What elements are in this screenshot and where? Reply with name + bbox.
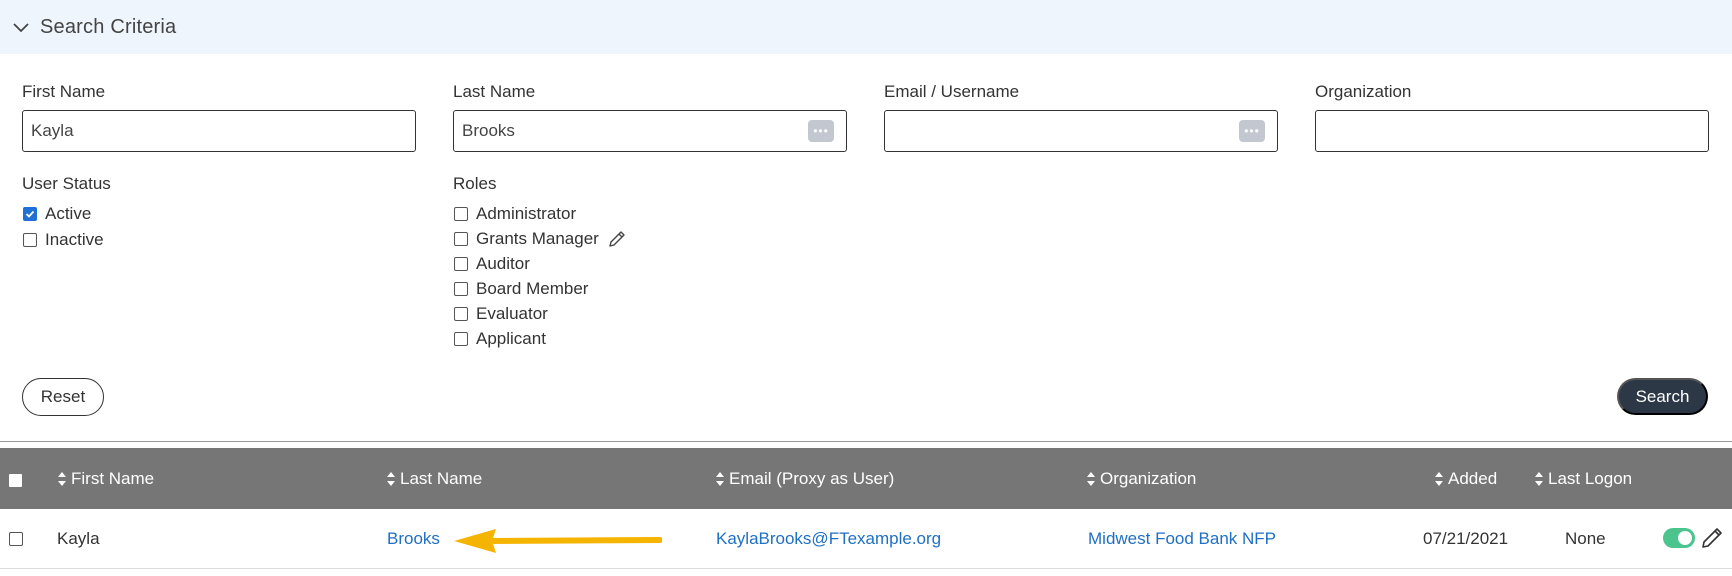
cell-added: 07/21/2021 <box>1423 529 1509 548</box>
ellipsis-icon[interactable]: ••• <box>1239 120 1265 142</box>
role-option-grants-manager[interactable]: Grants Manager <box>454 229 627 249</box>
checkbox-board-member[interactable] <box>454 282 468 296</box>
column-first-name[interactable]: First Name <box>57 448 154 509</box>
column-label: Email (Proxy as User) <box>729 468 895 488</box>
arrow-left-annotation <box>454 529 662 553</box>
role-option-auditor[interactable]: Auditor <box>454 254 530 274</box>
role-option-label: Board Member <box>476 279 589 298</box>
role-option-label: Evaluator <box>476 304 548 323</box>
status-option-label: Inactive <box>45 230 104 249</box>
organization-field[interactable] <box>1315 110 1709 152</box>
row-checkbox[interactable] <box>9 532 23 546</box>
cell-first-name: Kayla <box>57 529 100 548</box>
organization-label: Organization <box>1315 82 1412 101</box>
first-name-input[interactable] <box>31 121 339 141</box>
email-label: Email / Username <box>884 82 1020 101</box>
role-option-label: Administrator <box>476 204 577 223</box>
sort-icon <box>1535 471 1543 486</box>
checkbox-auditor[interactable] <box>454 257 468 271</box>
checkbox-evaluator[interactable] <box>454 307 468 321</box>
role-option-board-member[interactable]: Board Member <box>454 279 588 299</box>
last-name-field[interactable]: ••• <box>453 110 847 152</box>
sort-icon <box>387 471 395 486</box>
check-icon <box>25 210 35 218</box>
checkbox-administrator[interactable] <box>454 207 468 221</box>
status-option-active[interactable]: Active <box>23 204 91 224</box>
role-option-evaluator[interactable]: Evaluator <box>454 304 548 324</box>
checkbox-active[interactable] <box>23 207 37 221</box>
ellipsis-icon[interactable]: ••• <box>808 120 834 142</box>
active-toggle[interactable] <box>1663 528 1695 548</box>
role-option-label: Auditor <box>476 254 530 273</box>
role-option-label: Applicant <box>476 329 546 348</box>
column-added[interactable]: Added <box>1434 448 1497 509</box>
sort-icon <box>716 471 724 486</box>
role-option-administrator[interactable]: Administrator <box>454 204 576 224</box>
email-field[interactable]: ••• <box>884 110 1278 152</box>
email-input[interactable] <box>893 121 1201 141</box>
search-criteria-title: Search Criteria <box>40 15 177 38</box>
search-criteria-header[interactable]: Search Criteria <box>0 0 1732 54</box>
status-option-label: Active <box>45 204 92 223</box>
column-organization[interactable]: Organization <box>1086 448 1196 509</box>
checkbox-grants-manager[interactable] <box>454 232 468 246</box>
first-name-field[interactable] <box>22 110 416 152</box>
column-last-logon[interactable]: Last Logon <box>1534 448 1632 509</box>
select-all-checkbox[interactable] <box>9 474 22 487</box>
role-option-label: Grants Manager <box>476 229 599 248</box>
column-label: Organization <box>1100 468 1197 488</box>
cell-organization-link[interactable]: Midwest Food Bank NFP <box>1088 509 1276 569</box>
role-option-applicant[interactable]: Applicant <box>454 329 546 349</box>
pencil-icon[interactable] <box>1699 525 1725 551</box>
last-name-input[interactable] <box>462 121 770 141</box>
sort-icon <box>1087 471 1095 486</box>
sort-icon <box>1435 471 1443 486</box>
checkbox-inactive[interactable] <box>23 233 37 247</box>
column-label: Last Name <box>400 468 483 488</box>
first-name-label: First Name <box>22 82 106 101</box>
table-row: Kayla Brooks KaylaBrooks@FTexample.org M… <box>0 509 1732 569</box>
column-label: First Name <box>71 468 155 488</box>
status-option-inactive[interactable]: Inactive <box>23 230 104 250</box>
cell-email-link[interactable]: KaylaBrooks@FTexample.org <box>716 509 941 569</box>
cell-last-logon: None <box>1565 529 1606 548</box>
column-email[interactable]: Email (Proxy as User) <box>715 448 894 509</box>
pencil-icon[interactable] <box>607 229 627 249</box>
user-status-label: User Status <box>22 174 111 193</box>
divider <box>0 441 1732 442</box>
last-name-label: Last Name <box>453 82 536 101</box>
roles-label: Roles <box>453 174 497 193</box>
column-label: Last Logon <box>1548 468 1633 488</box>
reset-button[interactable]: Reset <box>22 378 104 416</box>
chevron-down-icon <box>13 23 29 33</box>
cell-last-name-link[interactable]: Brooks <box>387 509 440 569</box>
column-last-name[interactable]: Last Name <box>386 448 482 509</box>
column-label: Added <box>1448 468 1498 488</box>
results-table-header: First Name Last Name Email (Proxy as Use… <box>0 448 1732 509</box>
search-button[interactable]: Search <box>1617 378 1708 415</box>
sort-icon <box>58 471 66 486</box>
organization-input[interactable] <box>1324 121 1632 141</box>
checkbox-applicant[interactable] <box>454 332 468 346</box>
